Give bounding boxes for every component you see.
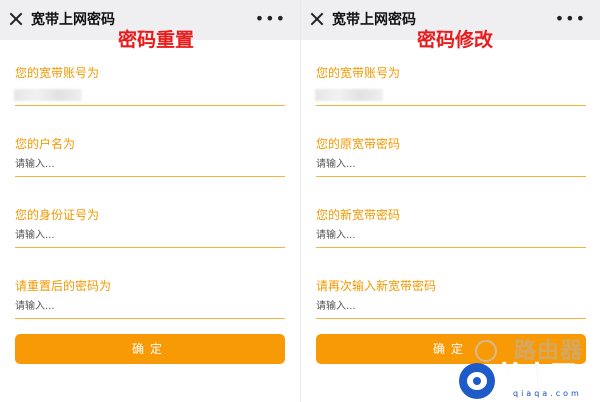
confirm-button[interactable]: 确定 bbox=[15, 334, 285, 364]
old-password-input[interactable]: 请输入... bbox=[316, 158, 356, 172]
field-label-id: 您的身份证号为 bbox=[15, 208, 100, 222]
new-password-input-line bbox=[15, 318, 285, 319]
new-password-input-line bbox=[316, 247, 586, 248]
app-title: 宽带上网密码 bbox=[332, 12, 416, 28]
id-input[interactable]: 请输入... bbox=[15, 229, 55, 243]
account-input-line[interactable] bbox=[316, 105, 586, 106]
logo-name: 恰卡网 bbox=[498, 361, 578, 390]
left-phone-screen: 宽带上网密码 ••• 密码重置 您的宽带账号为 您的户名为 请输入... 您的身… bbox=[0, 0, 300, 402]
watermark-circle-icon bbox=[475, 340, 497, 362]
account-value-blurred bbox=[315, 89, 383, 101]
more-icon[interactable]: ••• bbox=[255, 11, 286, 27]
site-logo: 恰卡网 qiaqa.com bbox=[459, 361, 597, 400]
more-icon[interactable]: ••• bbox=[555, 11, 586, 27]
confirm-password-input[interactable]: 请输入... bbox=[316, 300, 356, 314]
name-input[interactable]: 请输入... bbox=[15, 158, 55, 172]
account-input-line[interactable] bbox=[15, 105, 285, 106]
field-label-new-password: 请重置后的密码为 bbox=[15, 279, 112, 293]
field-label-old-password: 您的原宽带密码 bbox=[316, 137, 401, 151]
field-label-name: 您的户名为 bbox=[15, 137, 76, 151]
field-label-confirm-password: 请再次输入新宽带密码 bbox=[316, 279, 437, 293]
app-title: 宽带上网密码 bbox=[31, 12, 115, 28]
close-icon[interactable] bbox=[310, 12, 324, 26]
overlay-title: 密码重置 bbox=[118, 29, 195, 51]
field-label-account: 您的宽带账号为 bbox=[316, 66, 401, 80]
field-label-new-password: 您的新宽带密码 bbox=[316, 208, 401, 222]
id-input-line bbox=[15, 247, 285, 248]
logo-domain: qiaqa.com bbox=[513, 389, 582, 398]
old-password-input-line bbox=[316, 176, 586, 177]
close-icon[interactable] bbox=[9, 12, 23, 26]
name-input-line bbox=[15, 176, 285, 177]
new-password-input[interactable]: 请输入... bbox=[316, 229, 356, 243]
field-label-account: 您的宽带账号为 bbox=[15, 66, 100, 80]
confirm-password-input-line bbox=[316, 318, 586, 319]
overlay-title: 密码修改 bbox=[417, 29, 494, 51]
account-value-blurred bbox=[14, 89, 82, 101]
new-password-input[interactable]: 请输入... bbox=[15, 300, 55, 314]
logo-ring-icon bbox=[459, 363, 495, 399]
